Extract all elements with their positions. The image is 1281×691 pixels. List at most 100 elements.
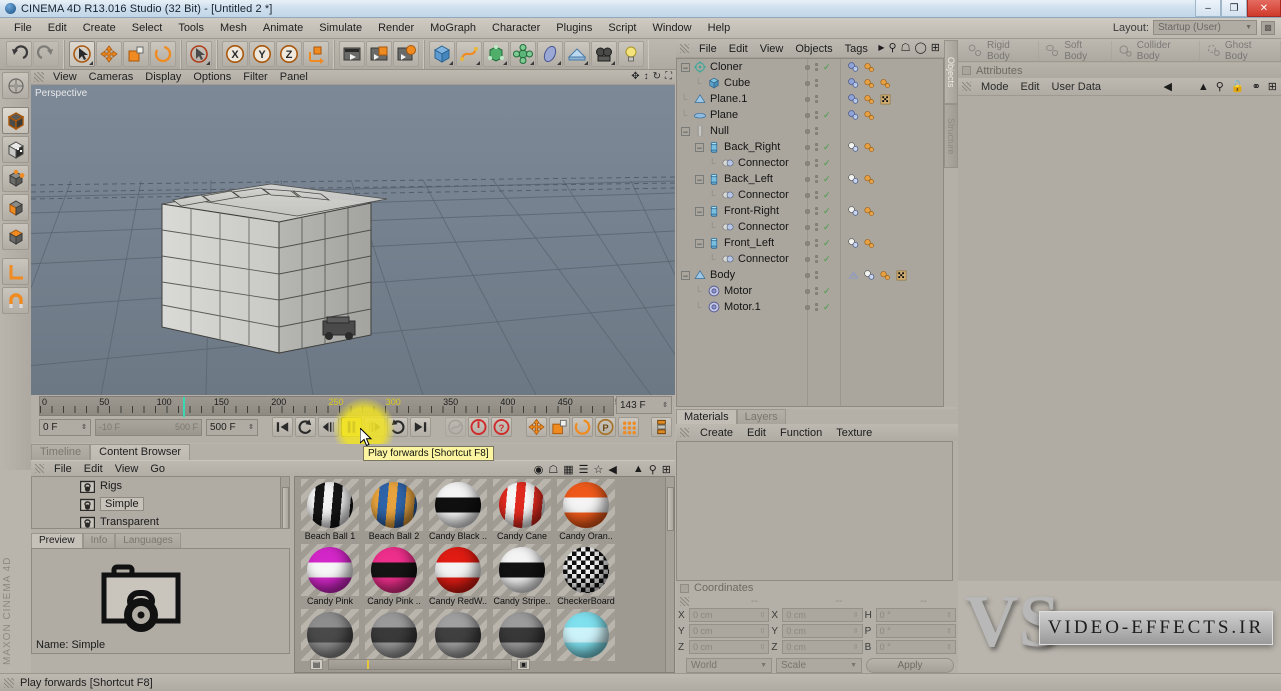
viewport-menu-cameras[interactable]: Cameras xyxy=(83,71,140,83)
object-manager-menu-objects[interactable]: Objects xyxy=(789,43,838,55)
coordinate-mode-dropdown[interactable]: Scale ▼ xyxy=(776,658,862,673)
visibility-dots[interactable]: ✓ xyxy=(805,158,831,169)
enable-snap-button[interactable] xyxy=(2,287,29,314)
attributes-menu-user-data[interactable]: User Data xyxy=(1046,81,1108,93)
material-preset[interactable]: Candy Pink xyxy=(299,544,361,607)
search-icon[interactable]: ⚲ xyxy=(1216,80,1224,93)
menu-item-mesh[interactable]: Mesh xyxy=(212,20,255,36)
enabled-check-icon[interactable]: ✓ xyxy=(823,62,831,73)
play-backwards-loop-button[interactable] xyxy=(295,417,316,437)
scrollbar-thumb[interactable] xyxy=(667,487,674,531)
timeline-ruler[interactable]: 050100150200250300350400450500 xyxy=(39,396,630,417)
world-object-axis-button[interactable] xyxy=(303,41,329,67)
material-preset[interactable] xyxy=(491,609,553,661)
material-preset[interactable]: Candy Stripe.. xyxy=(491,544,553,607)
object-row[interactable]: └ Connector ✓ xyxy=(677,187,943,203)
dropdown-corner-icon[interactable] xyxy=(206,61,210,65)
bookmark-icon[interactable]: ▤ xyxy=(310,658,323,670)
visibility-dot-top[interactable] xyxy=(815,127,818,130)
material-preset[interactable] xyxy=(427,609,489,661)
visibility-dot-bottom[interactable] xyxy=(815,116,818,119)
render-visibility-dots[interactable] xyxy=(815,143,818,151)
collapse-toggle-icon[interactable]: − xyxy=(681,126,690,136)
object-row[interactable]: − Cloner ✓ xyxy=(677,59,943,75)
collapse-toggle-icon[interactable]: − xyxy=(695,142,704,152)
object-row[interactable]: └ Motor.1 ✓ xyxy=(677,299,943,315)
dropdown-corner-icon[interactable] xyxy=(476,61,480,65)
add-scene-button[interactable] xyxy=(537,41,563,67)
object-manager-menu-tags[interactable]: Tags xyxy=(839,43,874,55)
collider-body-button[interactable]: Collider Body xyxy=(1112,40,1200,62)
visibility-dot-bottom[interactable] xyxy=(815,68,818,71)
object-row[interactable]: − Back_Right ✓ xyxy=(677,139,943,155)
tree-item[interactable]: Simple xyxy=(32,495,289,513)
visibility-dots[interactable]: ✓ xyxy=(805,142,831,153)
render-visibility-dots[interactable] xyxy=(815,175,818,183)
object-name-cell[interactable]: └ Motor.1 xyxy=(677,300,797,314)
visibility-dot-bottom[interactable] xyxy=(815,132,818,135)
viewport-menu-display[interactable]: Display xyxy=(139,71,187,83)
render-visibility-dots[interactable] xyxy=(815,287,818,295)
visibility-dot-bottom[interactable] xyxy=(815,100,818,103)
editor-visibility-dot[interactable] xyxy=(805,144,810,150)
lock-x-button[interactable]: X xyxy=(222,41,248,67)
object-name-cell[interactable]: − Front_Left xyxy=(677,236,797,250)
content-browser-menu-go[interactable]: Go xyxy=(144,463,171,475)
dropdown-corner-icon[interactable] xyxy=(503,61,507,65)
menu-item-tools[interactable]: Tools xyxy=(170,20,212,36)
material-preset[interactable]: Candy Cane xyxy=(491,479,553,542)
search-icon[interactable]: ⚲ xyxy=(889,41,897,54)
dropdown-corner-icon[interactable] xyxy=(557,61,561,65)
axis-mode-button[interactable] xyxy=(2,258,29,285)
rigid-body-button[interactable]: Rigid Body xyxy=(962,40,1040,62)
viewport-menu-panel[interactable]: Panel xyxy=(274,71,314,83)
home-icon[interactable]: ☖ xyxy=(901,41,911,54)
render-visibility-dots[interactable] xyxy=(815,239,818,247)
coordinate-input[interactable]: 0 cm ⇳ xyxy=(689,624,770,638)
expand-icon[interactable]: ⊞ xyxy=(662,463,671,476)
materials-menu-texture[interactable]: Texture xyxy=(829,427,879,439)
visibility-dot-bottom[interactable] xyxy=(815,196,818,199)
presets-icon[interactable]: ▦ xyxy=(563,463,573,476)
tree-item[interactable]: Transparent xyxy=(32,513,289,528)
panel-grip-icon[interactable] xyxy=(680,428,689,437)
spinner-icon[interactable]: ⇳ xyxy=(662,401,668,409)
render-visibility-dots[interactable] xyxy=(815,207,818,215)
object-name-cell[interactable]: − Back_Right xyxy=(677,140,797,154)
preview-tab-preview[interactable]: Preview xyxy=(31,533,83,548)
content-browser-tree[interactable]: Rigs Simple Transparent xyxy=(31,476,290,529)
visibility-dots[interactable] xyxy=(805,95,818,103)
visibility-dot-top[interactable] xyxy=(815,111,818,114)
materials-content[interactable] xyxy=(676,441,953,581)
object-manager-menu-edit[interactable]: Edit xyxy=(723,43,754,55)
menu-item-help[interactable]: Help xyxy=(700,20,739,36)
object-name-cell[interactable]: └ Connector xyxy=(677,156,797,170)
editor-visibility-dot[interactable] xyxy=(805,288,810,294)
visibility-dot-bottom[interactable] xyxy=(815,308,818,311)
render-visibility-dots[interactable] xyxy=(815,127,818,135)
spinner-icon[interactable]: ⇳ xyxy=(248,423,254,431)
layout-settings-icon[interactable]: ▩ xyxy=(1261,20,1275,35)
object-tags[interactable] xyxy=(847,61,876,74)
menu-item-select[interactable]: Select xyxy=(124,20,171,36)
enabled-check-icon[interactable]: ✓ xyxy=(823,286,831,297)
record-active-objects-button[interactable] xyxy=(468,417,489,437)
render-visibility-dots[interactable] xyxy=(815,159,818,167)
coordinate-input[interactable]: 0 ° ⇳ xyxy=(875,624,956,638)
menu-item-window[interactable]: Window xyxy=(645,20,700,36)
viewport-menu-view[interactable]: View xyxy=(47,71,83,83)
attributes-menu-mode[interactable]: Mode xyxy=(975,81,1015,93)
pan-icon[interactable]: ✥ xyxy=(631,71,639,82)
object-row[interactable]: − Back_Left ✓ xyxy=(677,171,943,187)
render-visibility-dots[interactable] xyxy=(815,303,818,311)
zoom-icon[interactable]: ↕ xyxy=(644,71,649,82)
object-row[interactable]: − Body xyxy=(677,267,943,283)
object-row[interactable]: └ Connector ✓ xyxy=(677,219,943,235)
render-visibility-dots[interactable] xyxy=(815,271,818,279)
tab-content-browser[interactable]: Content Browser xyxy=(90,444,191,460)
point-level-key-button[interactable] xyxy=(618,417,639,437)
menu-item-simulate[interactable]: Simulate xyxy=(311,20,370,36)
material-preset[interactable] xyxy=(363,609,425,661)
apply-button[interactable]: Apply xyxy=(866,658,954,673)
collapse-toggle-icon[interactable]: − xyxy=(695,174,704,184)
